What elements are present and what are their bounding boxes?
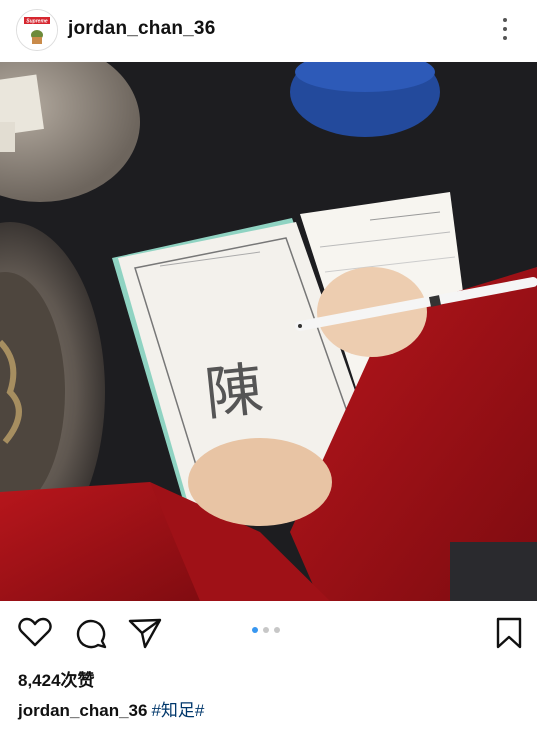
photo-writing-notebook: 陳 <box>0 62 537 601</box>
more-vertical-icon <box>503 18 507 40</box>
heart-icon <box>18 617 52 647</box>
send-icon <box>128 618 162 649</box>
handwritten-character: 陳 <box>202 355 267 429</box>
post-username[interactable]: jordan_chan_36 <box>68 18 215 40</box>
carousel-dot-active[interactable] <box>252 627 258 633</box>
post-header: Supreme jordan_chan_36 <box>0 0 558 62</box>
caption-hashtag[interactable]: #知足# <box>151 701 204 720</box>
more-options-button[interactable] <box>495 14 515 44</box>
avatar[interactable]: Supreme <box>16 9 58 51</box>
comment-icon <box>76 619 107 649</box>
like-button[interactable] <box>18 616 52 653</box>
carousel-dot[interactable] <box>263 627 269 633</box>
save-button[interactable] <box>495 616 523 655</box>
carousel-dot[interactable] <box>274 627 280 633</box>
post-photo[interactable]: 陳 <box>0 62 537 601</box>
supreme-logo-avatar: Supreme <box>17 10 57 50</box>
share-button[interactable] <box>128 616 162 655</box>
likes-count[interactable]: 8,424次赞 <box>18 666 95 691</box>
action-bar <box>0 604 558 664</box>
comment-button[interactable] <box>74 616 108 655</box>
post-caption: jordan_chan_36 #知足# <box>18 696 204 721</box>
bookmark-icon <box>496 617 522 649</box>
svg-text:Supreme: Supreme <box>26 19 48 25</box>
caption-username[interactable]: jordan_chan_36 <box>18 701 147 720</box>
